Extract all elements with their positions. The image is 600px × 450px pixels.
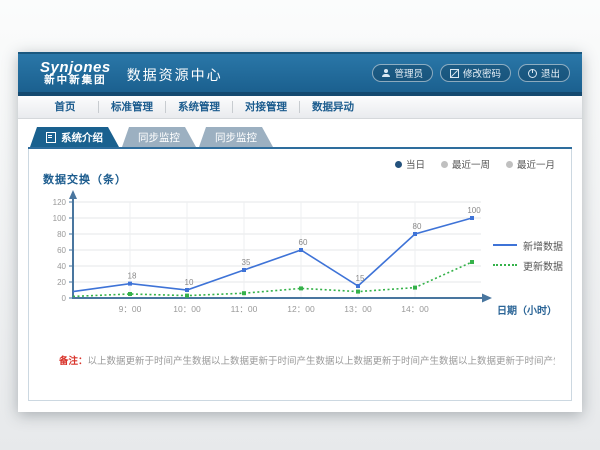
admin-user-button[interactable]: 管理员 [372,64,433,82]
svg-text:60: 60 [299,238,308,247]
radio-today[interactable]: 当日 [395,157,425,171]
app-window: Synjones 新中新集团 数据资源中心 管理员 修改密码 退出 首页 标准管… [18,52,582,412]
svg-text:120: 120 [53,198,67,207]
change-password-button[interactable]: 修改密码 [440,64,511,82]
radio-label: 最近一周 [452,157,490,171]
svg-text:14：00: 14：00 [401,304,429,314]
svg-text:9：00: 9：00 [119,304,142,314]
footnote: 备注：以上数据更新于时间产生数据以上数据更新于时间产生数据以上数据更新于时间产生… [59,353,555,367]
legend-item-new-data: 新增数据 [493,235,563,255]
nav-item-home[interactable]: 首页 [32,96,98,118]
power-icon [528,69,537,78]
radio-last-month[interactable]: 最近一月 [506,157,555,171]
tab-sync-monitor-2[interactable]: 同步监控 [199,127,273,147]
svg-text:15: 15 [356,274,365,283]
document-icon [46,132,56,143]
svg-text:100: 100 [53,214,67,223]
radio-last-week[interactable]: 最近一周 [441,157,490,171]
page-title: 数据资源中心 [127,65,223,85]
chart-legend: 新增数据 更新数据 [493,235,563,275]
blue-line-icon [493,244,517,246]
svg-text:80: 80 [413,222,422,231]
legend-label: 更新数据 [523,258,563,273]
svg-text:0: 0 [62,294,67,303]
main-nav: 首页 标准管理 系统管理 对接管理 数据异动 [18,96,582,119]
svg-text:日期（小时）: 日期（小时） [497,304,557,317]
svg-text:18: 18 [128,272,137,281]
logout-button[interactable]: 退出 [518,64,570,82]
radio-dot-icon [506,161,513,168]
svg-text:100: 100 [467,206,481,215]
tab-system-intro[interactable]: 系统介绍 [30,127,119,147]
tab-label: 同步监控 [138,130,180,145]
svg-text:80: 80 [57,230,66,239]
content-area: 系统介绍 同步监控 同步监控 当日 最近一周 [28,127,572,400]
footnote-label: 备注： [59,356,88,367]
svg-text:60: 60 [57,246,66,255]
app-header: Synjones 新中新集团 数据资源中心 管理员 修改密码 退出 [18,52,582,92]
y-axis-title: 数据交换（条） [43,171,127,187]
svg-text:40: 40 [57,262,66,271]
green-dotted-line-icon [493,264,517,266]
admin-user-label: 管理员 [394,66,423,80]
change-password-label: 修改密码 [463,66,501,80]
nav-item-data-changes[interactable]: 数据异动 [300,96,366,118]
user-icon [382,69,390,77]
footnote-text: 以上数据更新于时间产生数据以上数据更新于时间产生数据以上数据更新于时间产生数据以… [88,356,555,367]
svg-text:20: 20 [57,278,66,287]
chart-panel: 当日 最近一周 最近一月 数据交换（条） 0 20 40 60 80 100 120 9：00… [28,149,572,401]
edit-icon [450,69,459,78]
radio-dot-icon [395,161,402,168]
tab-label: 同步监控 [215,130,257,145]
radio-dot-icon [441,161,448,168]
svg-text:10: 10 [185,278,194,287]
logo-text-en: Synjones [40,60,111,76]
nav-item-integration[interactable]: 对接管理 [233,96,299,118]
logout-label: 退出 [541,66,560,80]
radio-label: 最近一月 [517,157,555,171]
svg-text:12：00: 12：00 [287,304,315,314]
time-range-filter: 当日 最近一周 最近一月 [395,157,555,171]
tab-sync-monitor-1[interactable]: 同步监控 [122,127,196,147]
tab-label: 系统介绍 [61,130,103,145]
logo-text-cn: 新中新集团 [40,75,111,86]
nav-item-standards[interactable]: 标准管理 [99,96,165,118]
legend-item-updated-data: 更新数据 [493,255,563,275]
svg-text:11：00: 11：00 [231,304,258,314]
tab-bar: 系统介绍 同步监控 同步监控 [30,127,572,147]
svg-text:35: 35 [242,258,251,267]
radio-label: 当日 [406,157,425,171]
header-actions: 管理员 修改密码 退出 [372,64,570,82]
nav-item-system[interactable]: 系统管理 [166,96,232,118]
legend-label: 新增数据 [523,238,563,253]
svg-text:10：00: 10：00 [173,304,201,314]
company-logo: Synjones 新中新集团 [40,60,111,87]
svg-text:13：00: 13：00 [344,304,372,314]
